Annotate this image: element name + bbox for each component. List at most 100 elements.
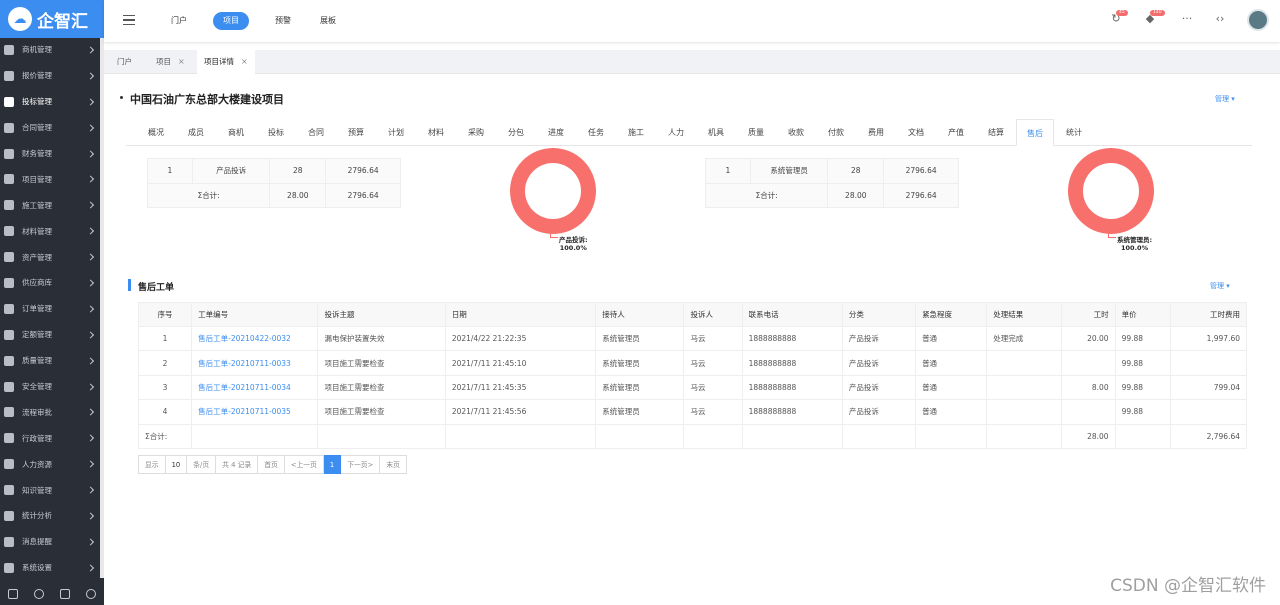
ticket-link[interactable]: 售后工单-20210711-0035 [191,399,319,425]
column-header[interactable]: 工单编号 [191,302,319,327]
section-manage-dropdown[interactable]: 管理 ▾ [1210,281,1230,291]
pager-last-button[interactable]: 末页 [380,455,407,474]
chevron-right-icon [86,175,95,183]
sidebar-item[interactable]: 项目管理 [0,166,101,192]
sidebar-item[interactable]: 施工管理 [0,192,101,218]
subtab[interactable]: 采购 [456,119,496,146]
gear-icon[interactable] [34,588,44,599]
pager-page-1[interactable]: 1 [323,455,342,474]
sidebar-item[interactable]: 商机管理 [0,37,101,63]
column-header[interactable]: 日期 [444,302,597,327]
subtab[interactable]: 机具 [696,119,736,146]
subtab[interactable]: 文档 [896,119,936,146]
logo[interactable]: ☁ 企智汇 [0,0,104,38]
sidebar-item[interactable]: 定额管理 [0,322,101,348]
subtab[interactable]: 任务 [576,119,616,146]
ticket-link[interactable]: 售后工单-20210711-0033 [191,350,319,376]
sidebar-item[interactable]: 财务管理 [0,141,101,167]
column-header[interactable]: 接待人 [595,302,685,327]
sidebar-item[interactable]: 知识管理 [0,477,101,503]
subtab[interactable]: 成员 [176,119,216,146]
column-header[interactable]: 联系电话 [741,302,843,327]
page-tab-project-detail[interactable]: 项目详情 × [197,50,255,74]
topnav-warning[interactable]: 预警 [265,12,301,30]
subtab[interactable]: 分包 [496,119,536,146]
subtab[interactable]: 产值 [936,119,976,146]
sidebar-item[interactable]: 安全管理 [0,374,101,400]
bell-icon[interactable]: ◆ 140 [1144,10,1165,25]
subtab[interactable]: 进度 [536,119,576,146]
sidebar-item[interactable]: 订单管理 [0,296,101,322]
subtab[interactable]: 统计 [1054,119,1094,146]
sidebar-item[interactable]: 供应商库 [0,270,101,296]
power-icon[interactable] [86,588,96,599]
more-icon[interactable]: ··· [1181,13,1193,25]
close-icon[interactable]: × [241,57,248,66]
column-header[interactable]: 单价 [1114,302,1171,327]
sidebar-item[interactable]: 合同管理 [0,115,101,141]
column-header[interactable]: 紧急程度 [915,302,988,327]
ticket-link[interactable]: 售后工单-20210422-0032 [191,325,319,352]
subtab[interactable]: 费用 [856,119,896,146]
table-row[interactable]: 4 售后工单-20210711-0035 项目施工需要检查 2021/7/11 21:… [137,399,1248,425]
subtab[interactable]: 收款 [776,119,816,146]
page-tab-project[interactable]: 项目 × [149,50,192,74]
code-icon[interactable]: ‹› [1212,13,1228,25]
sidebar-item[interactable]: 消息提醒 [0,529,101,555]
total-cell [841,423,917,449]
subtab[interactable]: 商机 [216,119,256,146]
column-header[interactable]: 处理结果 [986,302,1063,327]
avatar[interactable] [1247,9,1269,31]
page-tab-portal[interactable]: 门户 [110,50,139,74]
subtab[interactable]: 质量 [736,119,776,146]
column-header[interactable]: 工时费用 [1169,302,1248,327]
subtab[interactable]: 合同 [296,119,336,146]
subtab[interactable]: 施工 [616,119,656,146]
column-header[interactable]: 投诉主题 [317,302,446,327]
sidebar-item[interactable]: 流程审批 [0,399,101,425]
subtab[interactable]: 预算 [336,119,376,146]
sidebar-item[interactable]: 人力资源 [0,451,101,477]
hamburger-menu-icon[interactable] [123,15,135,25]
subtab[interactable]: 结算 [976,119,1016,146]
table-row[interactable]: 2 售后工单-20210711-0033 项目施工需要检查 2021/7/11 21:… [137,350,1248,376]
sidebar-item[interactable]: 报价管理 [0,63,101,89]
monitor-icon[interactable] [8,588,18,599]
subtab[interactable]: 售后 [1016,119,1054,146]
subtab[interactable]: 材料 [416,119,456,146]
manage-dropdown[interactable]: 管理 ▾ [1215,94,1235,104]
column-header[interactable]: 投诉人 [683,302,743,327]
topnav-project[interactable]: 项目 [213,12,249,30]
donut-chart-right[interactable] [1068,148,1154,234]
topnav-board[interactable]: 展板 [310,12,346,30]
sidebar-item[interactable]: 投标管理 [0,89,101,115]
sidebar-item[interactable]: 资产管理 [0,244,101,270]
pager-first-button[interactable]: 首页 [258,455,285,474]
pager-next-button[interactable]: 下一页> [341,455,381,474]
chevron-right-icon [86,305,95,313]
sidebar-item[interactable]: 质量管理 [0,348,101,374]
subtab[interactable]: 人力 [656,119,696,146]
table-row[interactable]: 1 售后工单-20210422-0032 漏电保护装置失效 2021/4/22 21:… [137,325,1248,352]
column-header[interactable]: 序号 [137,302,193,327]
refresh-icon[interactable]: ↻ 45 [1110,10,1128,25]
donut-chart-left[interactable] [510,148,596,234]
table-row[interactable]: 3 售后工单-20210711-0034 项目施工需要检查 2021/7/11 21:… [137,374,1248,401]
page-size-select[interactable]: 10 [165,455,188,474]
subtab[interactable]: 投标 [256,119,296,146]
subtab[interactable]: 付款 [816,119,856,146]
lock-icon[interactable] [60,588,70,599]
pager-prev-button[interactable]: <上一页 [284,455,324,474]
sidebar-item[interactable]: 行政管理 [0,425,101,451]
topnav-portal[interactable]: 门户 [161,12,197,30]
column-header[interactable]: 分类 [841,302,917,327]
ticket-link[interactable]: 售后工单-20210711-0034 [191,374,319,401]
subtab[interactable]: 计划 [376,119,416,146]
sidebar-item[interactable]: 统计分析 [0,503,101,529]
subtab[interactable]: 概况 [136,119,176,146]
sidebar-item[interactable]: 材料管理 [0,218,101,244]
close-icon[interactable]: × [178,57,185,66]
sidebar-footer [0,582,104,605]
column-header[interactable]: 工时 [1061,302,1116,327]
sidebar-item[interactable]: 系统设置 [0,555,101,581]
